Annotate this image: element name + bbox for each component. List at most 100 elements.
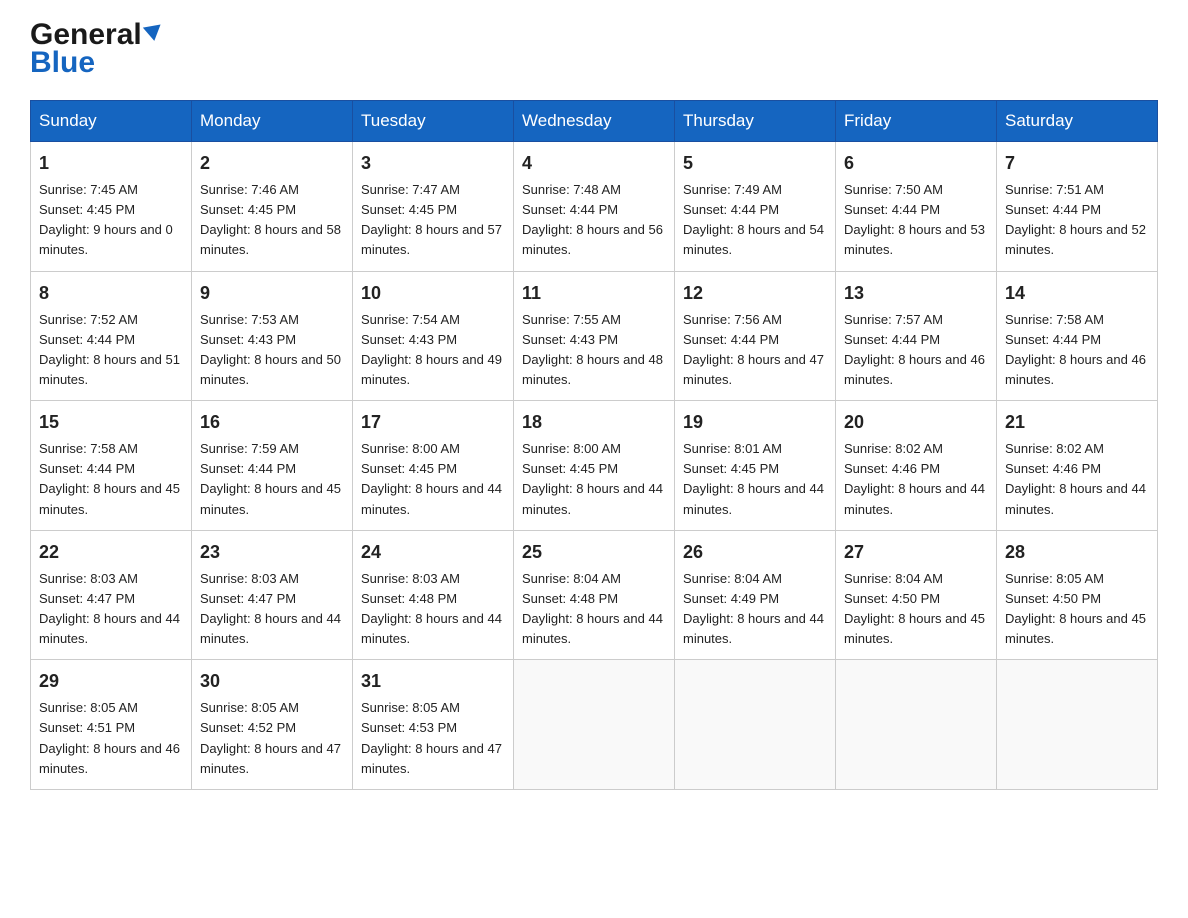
calendar-week-row: 29 Sunrise: 8:05 AMSunset: 4:51 PMDayligh… [31,660,1158,790]
col-header-thursday: Thursday [675,101,836,142]
calendar-cell: 1 Sunrise: 7:45 AMSunset: 4:45 PMDaylight… [31,142,192,272]
day-number: 4 [522,150,666,177]
day-info: Sunrise: 7:57 AMSunset: 4:44 PMDaylight:… [844,312,985,387]
calendar-cell [997,660,1158,790]
calendar-cell: 2Sunrise: 7:46 AMSunset: 4:45 PMDaylight… [192,142,353,272]
calendar-cell: 12 Sunrise: 7:56 AMSunset: 4:44 PMDayligh… [675,271,836,401]
day-info: Sunrise: 8:01 AMSunset: 4:45 PMDaylight:… [683,441,824,516]
day-info: Sunrise: 7:50 AMSunset: 4:44 PMDaylight:… [844,182,985,257]
day-number: 21 [1005,409,1149,436]
day-number: 17 [361,409,505,436]
calendar-cell: 21 Sunrise: 8:02 AMSunset: 4:46 PMDayligh… [997,401,1158,531]
calendar-cell: 23Sunrise: 8:03 AMSunset: 4:47 PMDayligh… [192,530,353,660]
day-info: Sunrise: 7:51 AMSunset: 4:44 PMDaylight:… [1005,182,1146,257]
calendar-cell: 17Sunrise: 8:00 AMSunset: 4:45 PMDayligh… [353,401,514,531]
day-info: Sunrise: 7:55 AMSunset: 4:43 PMDaylight:… [522,312,663,387]
calendar-cell: 28 Sunrise: 8:05 AMSunset: 4:50 PMDayligh… [997,530,1158,660]
calendar-cell: 27Sunrise: 8:04 AMSunset: 4:50 PMDayligh… [836,530,997,660]
day-number: 31 [361,668,505,695]
calendar-cell: 31 Sunrise: 8:05 AMSunset: 4:53 PMDayligh… [353,660,514,790]
calendar-cell: 7 Sunrise: 7:51 AMSunset: 4:44 PMDaylight… [997,142,1158,272]
day-number: 24 [361,539,505,566]
calendar-cell [514,660,675,790]
calendar-cell: 9Sunrise: 7:53 AMSunset: 4:43 PMDaylight… [192,271,353,401]
day-info: Sunrise: 8:00 AMSunset: 4:45 PMDaylight:… [522,441,663,516]
day-number: 26 [683,539,827,566]
calendar-cell: 6Sunrise: 7:50 AMSunset: 4:44 PMDaylight… [836,142,997,272]
day-info: Sunrise: 8:05 AMSunset: 4:52 PMDaylight:… [200,700,341,775]
calendar-cell: 24 Sunrise: 8:03 AMSunset: 4:48 PMDayligh… [353,530,514,660]
day-number: 3 [361,150,505,177]
day-number: 20 [844,409,988,436]
calendar-cell: 16 Sunrise: 7:59 AMSunset: 4:44 PMDayligh… [192,401,353,531]
calendar-table: SundayMondayTuesdayWednesdayThursdayFrid… [30,100,1158,790]
day-number: 13 [844,280,988,307]
day-number: 25 [522,539,666,566]
calendar-cell: 26Sunrise: 8:04 AMSunset: 4:49 PMDayligh… [675,530,836,660]
col-header-friday: Friday [836,101,997,142]
day-info: Sunrise: 8:05 AMSunset: 4:51 PMDaylight:… [39,700,180,775]
calendar-cell: 14Sunrise: 7:58 AMSunset: 4:44 PMDayligh… [997,271,1158,401]
calendar-cell: 11 Sunrise: 7:55 AMSunset: 4:43 PMDayligh… [514,271,675,401]
col-header-monday: Monday [192,101,353,142]
logo: General Blue [30,20,162,80]
calendar-cell: 15 Sunrise: 7:58 AMSunset: 4:44 PMDayligh… [31,401,192,531]
day-number: 5 [683,150,827,177]
calendar-cell: 10 Sunrise: 7:54 AMSunset: 4:43 PMDayligh… [353,271,514,401]
day-number: 1 [39,150,183,177]
day-info: Sunrise: 8:04 AMSunset: 4:50 PMDaylight:… [844,571,985,646]
day-number: 7 [1005,150,1149,177]
day-info: Sunrise: 8:03 AMSunset: 4:47 PMDaylight:… [39,571,180,646]
day-info: Sunrise: 7:48 AMSunset: 4:44 PMDaylight:… [522,182,663,257]
col-header-saturday: Saturday [997,101,1158,142]
day-number: 15 [39,409,183,436]
day-info: Sunrise: 8:02 AMSunset: 4:46 PMDaylight:… [844,441,985,516]
day-number: 8 [39,280,183,307]
day-number: 18 [522,409,666,436]
day-info: Sunrise: 7:45 AMSunset: 4:45 PMDaylight:… [39,182,173,257]
day-number: 9 [200,280,344,307]
day-number: 28 [1005,539,1149,566]
calendar-cell [675,660,836,790]
calendar-week-row: 1 Sunrise: 7:45 AMSunset: 4:45 PMDaylight… [31,142,1158,272]
logo-triangle-icon [143,24,163,42]
day-info: Sunrise: 8:03 AMSunset: 4:48 PMDaylight:… [361,571,502,646]
day-number: 10 [361,280,505,307]
col-header-tuesday: Tuesday [353,101,514,142]
day-info: Sunrise: 7:58 AMSunset: 4:44 PMDaylight:… [1005,312,1146,387]
day-number: 30 [200,668,344,695]
day-number: 2 [200,150,344,177]
day-number: 23 [200,539,344,566]
day-number: 16 [200,409,344,436]
day-number: 22 [39,539,183,566]
day-number: 19 [683,409,827,436]
col-header-wednesday: Wednesday [514,101,675,142]
calendar-week-row: 22 Sunrise: 8:03 AMSunset: 4:47 PMDayligh… [31,530,1158,660]
day-info: Sunrise: 8:05 AMSunset: 4:53 PMDaylight:… [361,700,502,775]
calendar-cell: 4 Sunrise: 7:48 AMSunset: 4:44 PMDaylight… [514,142,675,272]
day-info: Sunrise: 7:52 AMSunset: 4:44 PMDaylight:… [39,312,180,387]
day-info: Sunrise: 7:49 AMSunset: 4:44 PMDaylight:… [683,182,824,257]
calendar-cell: 29 Sunrise: 8:05 AMSunset: 4:51 PMDayligh… [31,660,192,790]
calendar-week-row: 15 Sunrise: 7:58 AMSunset: 4:44 PMDayligh… [31,401,1158,531]
calendar-header-row: SundayMondayTuesdayWednesdayThursdayFrid… [31,101,1158,142]
day-info: Sunrise: 7:58 AMSunset: 4:44 PMDaylight:… [39,441,180,516]
calendar-cell: 22 Sunrise: 8:03 AMSunset: 4:47 PMDayligh… [31,530,192,660]
calendar-cell: 8 Sunrise: 7:52 AMSunset: 4:44 PMDaylight… [31,271,192,401]
day-number: 11 [522,280,666,307]
col-header-sunday: Sunday [31,101,192,142]
day-number: 12 [683,280,827,307]
calendar-week-row: 8 Sunrise: 7:52 AMSunset: 4:44 PMDaylight… [31,271,1158,401]
calendar-cell: 18 Sunrise: 8:00 AMSunset: 4:45 PMDayligh… [514,401,675,531]
day-info: Sunrise: 8:02 AMSunset: 4:46 PMDaylight:… [1005,441,1146,516]
day-number: 29 [39,668,183,695]
day-info: Sunrise: 7:56 AMSunset: 4:44 PMDaylight:… [683,312,824,387]
calendar-cell [836,660,997,790]
calendar-cell: 30 Sunrise: 8:05 AMSunset: 4:52 PMDayligh… [192,660,353,790]
day-info: Sunrise: 8:05 AMSunset: 4:50 PMDaylight:… [1005,571,1146,646]
day-info: Sunrise: 7:54 AMSunset: 4:43 PMDaylight:… [361,312,502,387]
day-info: Sunrise: 8:04 AMSunset: 4:48 PMDaylight:… [522,571,663,646]
day-info: Sunrise: 7:59 AMSunset: 4:44 PMDaylight:… [200,441,341,516]
calendar-cell: 5 Sunrise: 7:49 AMSunset: 4:44 PMDaylight… [675,142,836,272]
calendar-cell: 3Sunrise: 7:47 AMSunset: 4:45 PMDaylight… [353,142,514,272]
